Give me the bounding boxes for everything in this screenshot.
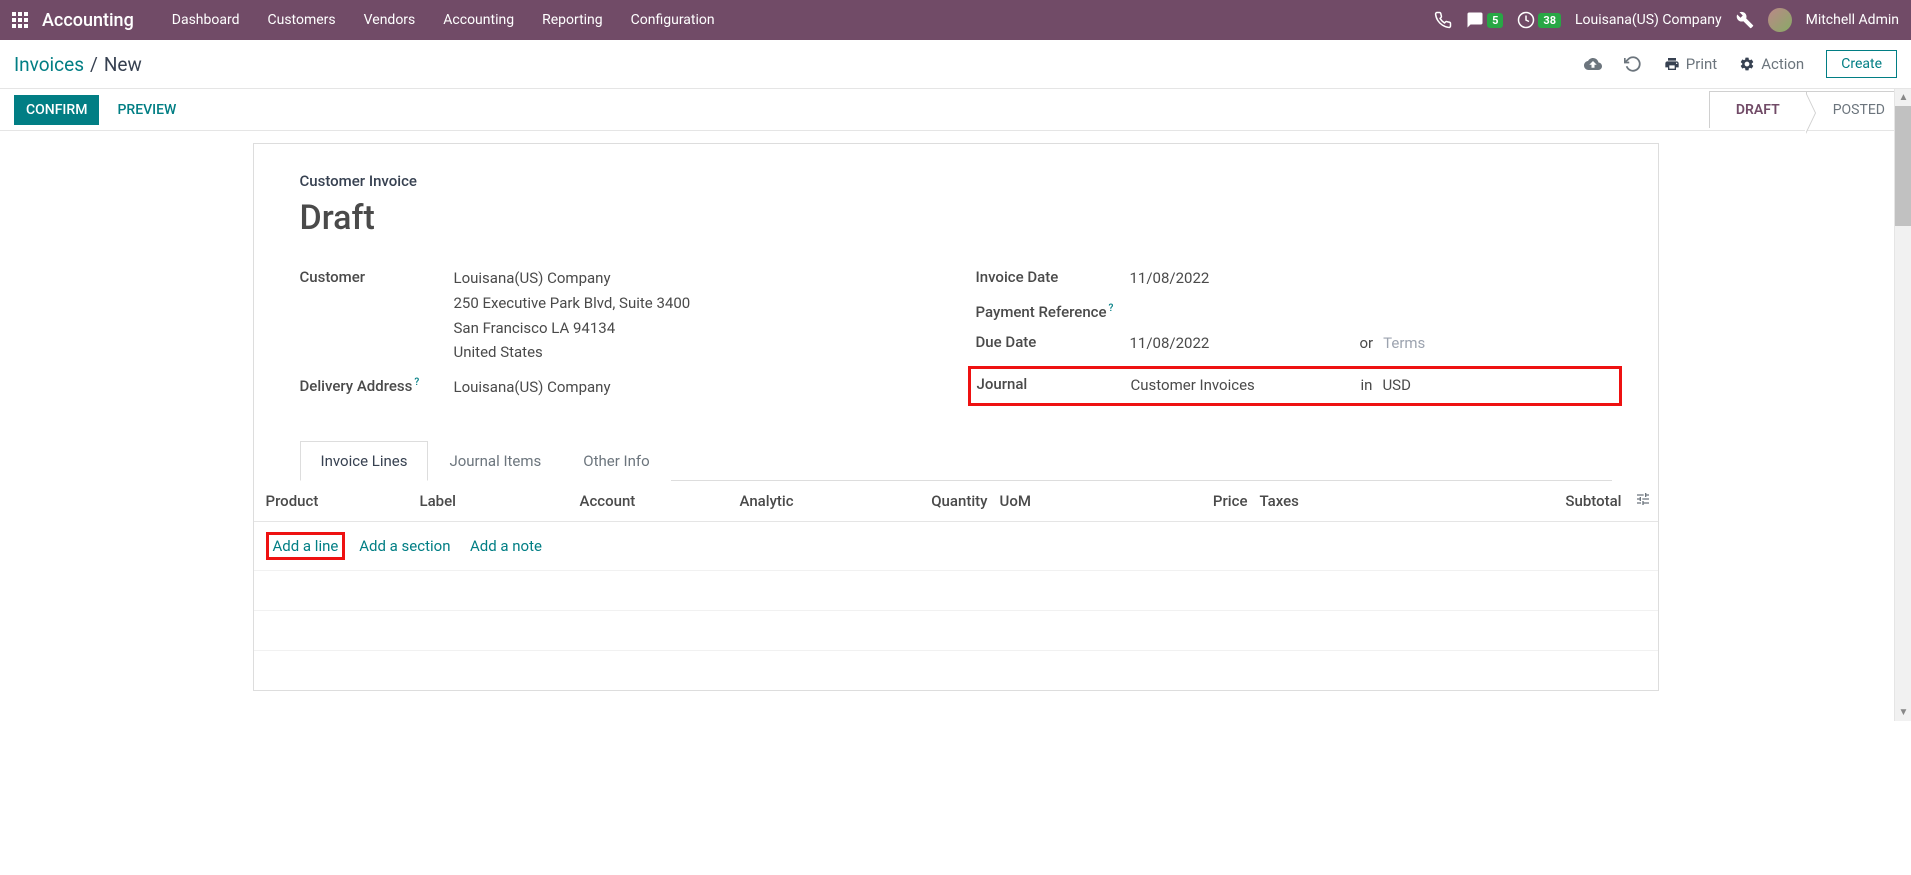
currency-field[interactable]: USD [1382, 373, 1410, 398]
breadcrumb-current: New [104, 53, 142, 76]
debug-icon[interactable] [1736, 11, 1754, 29]
nav-customers[interactable]: Customers [254, 0, 350, 40]
th-uom: UoM [994, 481, 1074, 522]
breadcrumb-root[interactable]: Invoices [14, 53, 84, 76]
th-subtotal: Subtotal [1374, 481, 1628, 522]
th-account: Account [574, 481, 734, 522]
phone-icon[interactable] [1434, 11, 1452, 29]
activities-badge: 38 [1538, 13, 1561, 28]
nav-dashboard[interactable]: Dashboard [158, 0, 254, 40]
tab-other-info[interactable]: Other Info [562, 441, 670, 481]
invoice-lines-table: Product Label Account Analytic Quantity … [254, 481, 1658, 691]
tab-journal-items[interactable]: Journal Items [428, 441, 562, 481]
payment-ref-label: Payment Reference? [976, 301, 1130, 321]
add-section-link[interactable]: Add a section [359, 537, 450, 555]
terms-field[interactable]: Terms [1383, 331, 1425, 356]
customer-country: United States [454, 340, 936, 365]
th-price: Price [1074, 481, 1254, 522]
invoice-date-label: Invoice Date [976, 266, 1130, 286]
messages-badge: 5 [1487, 13, 1503, 28]
user-menu[interactable]: Mitchell Admin [1806, 12, 1899, 28]
messages-icon[interactable]: 5 [1466, 11, 1503, 29]
status-bar: CONFIRM PREVIEW DRAFT POSTED [0, 89, 1911, 131]
action-label: Action [1761, 55, 1804, 73]
confirm-button[interactable]: CONFIRM [14, 95, 99, 125]
avatar[interactable] [1768, 8, 1792, 32]
nav-accounting[interactable]: Accounting [429, 0, 528, 40]
due-date-field[interactable]: 11/08/2022 [1130, 331, 1350, 356]
or-text: or [1360, 331, 1374, 356]
delivery-label: Delivery Address? [300, 375, 454, 395]
stage-draft[interactable]: DRAFT [1709, 91, 1806, 128]
record-title: Draft [300, 198, 1612, 238]
nav-reporting[interactable]: Reporting [528, 0, 617, 40]
preview-button[interactable]: PREVIEW [117, 102, 176, 118]
action-button[interactable]: Action [1739, 55, 1804, 73]
columns-settings-icon[interactable] [1635, 493, 1651, 511]
activities-icon[interactable]: 38 [1517, 11, 1561, 29]
tab-invoice-lines[interactable]: Invoice Lines [300, 441, 429, 481]
discard-icon[interactable] [1624, 55, 1642, 73]
th-quantity: Quantity [894, 481, 994, 522]
customer-addr1: 250 Executive Park Blvd, Suite 3400 [454, 291, 936, 316]
customer-addr2: San Francisco LA 94134 [454, 316, 936, 341]
customer-field[interactable]: Louisana(US) Company 250 Executive Park … [454, 266, 936, 365]
journal-field[interactable]: Customer Invoices [1131, 373, 1351, 398]
add-note-link[interactable]: Add a note [470, 537, 542, 555]
invoice-date-field[interactable]: 11/08/2022 [1130, 266, 1612, 291]
add-line-link[interactable]: Add a line [273, 537, 339, 555]
print-button[interactable]: Print [1664, 55, 1717, 73]
form-sheet: Customer Invoice Draft Customer Louisana… [253, 143, 1659, 691]
apps-icon[interactable] [12, 12, 28, 28]
in-text: in [1361, 373, 1373, 398]
breadcrumb-sep: / [90, 53, 98, 76]
customer-label: Customer [300, 266, 454, 286]
customer-name: Louisana(US) Company [454, 266, 936, 291]
record-type-label: Customer Invoice [300, 172, 1612, 190]
top-navbar: Accounting Dashboard Customers Vendors A… [0, 0, 1911, 40]
nav-vendors[interactable]: Vendors [350, 0, 430, 40]
company-selector[interactable]: Louisana(US) Company [1575, 12, 1722, 28]
vertical-scrollbar[interactable]: ▲ ▼ [1894, 89, 1911, 721]
delivery-field[interactable]: Louisana(US) Company [454, 375, 936, 400]
th-taxes: Taxes [1254, 481, 1374, 522]
th-analytic: Analytic [734, 481, 894, 522]
nav-configuration[interactable]: Configuration [617, 0, 729, 40]
journal-label: Journal [977, 373, 1131, 393]
th-label: Label [414, 481, 574, 522]
app-brand[interactable]: Accounting [42, 10, 134, 31]
print-label: Print [1686, 55, 1717, 73]
th-product: Product [254, 481, 414, 522]
help-icon[interactable]: ? [1109, 303, 1114, 314]
breadcrumb-bar: Invoices / New Print Action Create [0, 40, 1911, 89]
create-button[interactable]: Create [1826, 50, 1897, 78]
cloud-upload-icon[interactable] [1584, 55, 1602, 73]
help-icon[interactable]: ? [414, 377, 419, 388]
due-date-label: Due Date [976, 331, 1130, 351]
